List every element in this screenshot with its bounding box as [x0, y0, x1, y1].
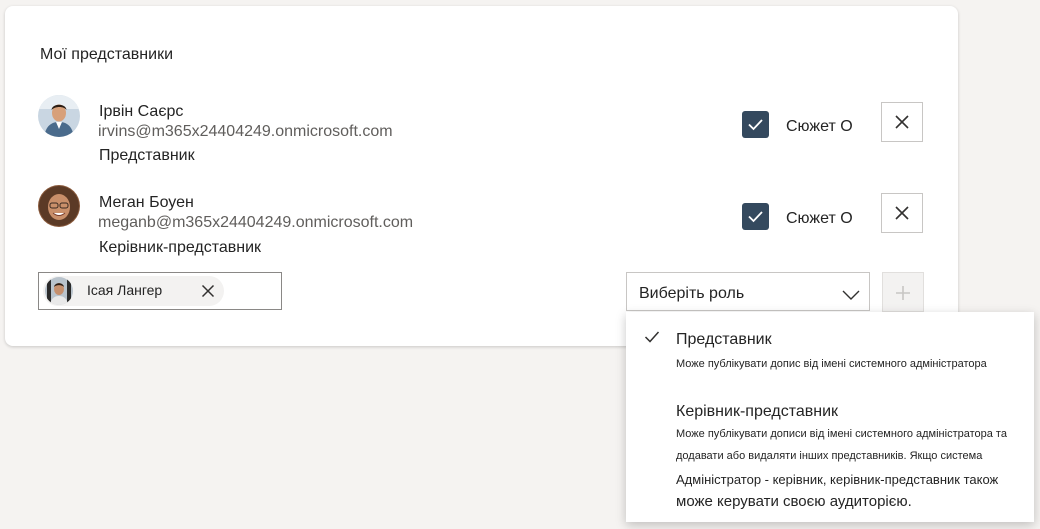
remove-person-button[interactable]	[201, 284, 215, 298]
plus-icon	[896, 286, 910, 300]
person-photo-icon	[45, 277, 73, 305]
role-option-description: додавати або видаляти інших представникі…	[676, 450, 983, 462]
remove-delegate-button[interactable]	[881, 102, 923, 142]
add-delegate-button[interactable]	[882, 272, 924, 312]
delegates-card: Мої представники Ірвін Саєрс irvins@m365…	[5, 6, 958, 346]
checkmark-icon	[748, 211, 763, 223]
role-option-description: Адміністратор - керівник, керівник-предс…	[676, 472, 999, 487]
role-option-title: Керівник-представник	[676, 403, 839, 420]
delegate-email: irvins@m365x24404249.onmicrosoft.com	[98, 123, 393, 140]
checkbox-label: Сюжет О	[786, 210, 853, 227]
audience-checkbox[interactable]	[742, 111, 769, 138]
role-option-description: може керувати своєю аудиторією.	[676, 493, 912, 510]
role-select-value: Виберіть роль	[639, 285, 745, 302]
checkmark-icon	[644, 330, 660, 349]
avatar	[38, 95, 80, 137]
person-photo-icon	[38, 95, 80, 137]
people-picker-input[interactable]: Ісая Лангер	[38, 272, 282, 310]
checkmark-icon	[748, 119, 763, 131]
role-option-description: Може публікувати дописи від імені систем…	[676, 428, 1007, 440]
delegate-name: Меган Боуен	[99, 194, 194, 211]
delegate-name: Ірвін Саєрс	[99, 103, 184, 120]
selected-person-name: Ісая Лангер	[87, 282, 163, 298]
close-icon	[895, 115, 909, 129]
remove-delegate-button[interactable]	[881, 193, 923, 233]
role-option-manager-delegate[interactable]: Керівник-представник Може публікувати до…	[626, 390, 1034, 520]
checkbox-label: Сюжет О	[786, 118, 853, 135]
selected-person-chip: Ісая Лангер	[43, 276, 224, 306]
delegate-role: Представник	[99, 147, 195, 164]
role-option-delegate[interactable]: Представник Може публікувати допис від і…	[626, 312, 1034, 387]
role-select[interactable]: Виберіть роль	[626, 272, 870, 311]
chevron-down-icon	[842, 287, 860, 305]
avatar	[45, 277, 73, 305]
delegate-role: Керівник-представник	[99, 239, 262, 256]
delegate-row: Меган Боуен meganb@m365x24404249.onmicro…	[5, 183, 958, 256]
delegate-email: meganb@m365x24404249.onmicrosoft.com	[98, 214, 414, 231]
delegate-row: Ірвін Саєрс irvins@m365x24404249.onmicro…	[5, 91, 958, 164]
close-icon	[201, 284, 215, 298]
section-title: Мої представники	[40, 46, 173, 63]
role-option-description: Може публікувати допис від імені системн…	[676, 358, 987, 370]
person-photo-icon	[38, 185, 80, 227]
avatar	[38, 185, 80, 227]
close-icon	[895, 206, 909, 220]
role-dropdown-menu: Представник Може публікувати допис від і…	[626, 312, 1034, 522]
role-option-title: Представник	[676, 331, 772, 348]
audience-checkbox[interactable]	[742, 203, 769, 230]
